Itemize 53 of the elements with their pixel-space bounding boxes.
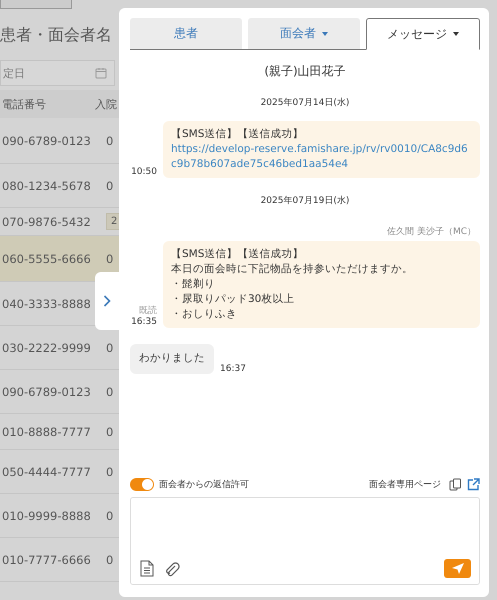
sender-name: 佐久間 美沙子（MC） (387, 226, 476, 238)
table-cell-text: 010-9999-8888 (1, 508, 92, 522)
table-cell: 0 (106, 252, 114, 266)
date-badge: 2 (106, 213, 119, 230)
table-cell: 0 (106, 508, 114, 522)
page-title: 患者・面会者名 (0, 24, 113, 46)
table-cell-text: 050-4444-7777 (1, 464, 92, 478)
message-time: 16:35 (131, 317, 157, 327)
table-cell-text: 070-9876-5432 (1, 214, 92, 228)
drawer-toggle-button[interactable] (95, 272, 120, 330)
table-cell-text: 060-5555-6666 (1, 252, 92, 266)
table-cell: 0 (106, 552, 114, 566)
table-cell: 0 (106, 424, 114, 438)
table-cell-text: 010-8888-7777 (1, 424, 92, 438)
message-bubble: わかりました (130, 344, 214, 374)
table-cell: 0 (106, 178, 114, 192)
message-bubble: 【SMS送信】【送信成功】 本日の面会時に下記物品を持参いただけますか。 ・髭剃り ・尿取りパッド30枚以上 ・おしりふき (163, 241, 480, 328)
contact-name: (親子)山田花子 (263, 63, 347, 80)
calendar-icon (95, 67, 107, 79)
table-cell: 0 (106, 340, 114, 354)
table-cell-text: 080-1234-5678 (1, 178, 92, 192)
reply-toggle[interactable] (130, 478, 154, 490)
date-divider: 2025年07月19日(水) (260, 194, 350, 207)
table-cell: 0 (106, 464, 114, 478)
table-cell-text: 030-2222-9999 (1, 340, 92, 354)
document-icon[interactable] (140, 560, 154, 577)
table-cell-text: 090-6789-0123 (1, 134, 92, 148)
date-divider: 2025年07月14日(水) (260, 96, 350, 109)
table-cell-text: 040-3333-8888 (1, 296, 92, 310)
message-bubble: 【SMS送信】【送信成功】 https://develop-reserve.famishare.jp/rv/rv0010/CA8c9d6c9b78b607ade75c46bed1aa54e4 (163, 121, 480, 178)
paper-plane-icon (452, 563, 464, 574)
tab[interactable]: 面会者 (248, 18, 360, 49)
read-status: 既読 (139, 304, 157, 317)
tab[interactable]: 患者 (130, 18, 242, 49)
paperclip-icon[interactable] (164, 560, 180, 577)
chevron-right-icon (102, 295, 110, 307)
table-cell-text: 010-7777-6666 (1, 552, 92, 566)
external-link-icon[interactable] (467, 478, 480, 490)
toggle-label: 面会者からの返信許可 (159, 478, 249, 490)
send-button[interactable] (444, 559, 471, 578)
visitor-page-label: 面会者専用ページ (369, 478, 441, 490)
message-link[interactable]: https://develop-reserve.famishare.jp/rv/rv0010/CA8c9d6c9b78b607ade75c46bed1aa54e4 (171, 142, 472, 172)
column-header: 電話番号 (1, 96, 47, 112)
tab[interactable]: メッセージ (366, 18, 480, 50)
message-input-field[interactable] (130, 497, 480, 585)
copy-icon[interactable] (449, 478, 462, 490)
column-header: 入院 (95, 96, 117, 112)
date-field[interactable]: 定日 (0, 60, 115, 86)
table-cell-text: 090-6789-0123 (1, 384, 92, 398)
message-time: 16:37 (220, 364, 246, 374)
table-cell: 0 (106, 384, 114, 398)
message-time: 10:50 (131, 167, 157, 177)
table-cell: 0 (106, 134, 114, 148)
